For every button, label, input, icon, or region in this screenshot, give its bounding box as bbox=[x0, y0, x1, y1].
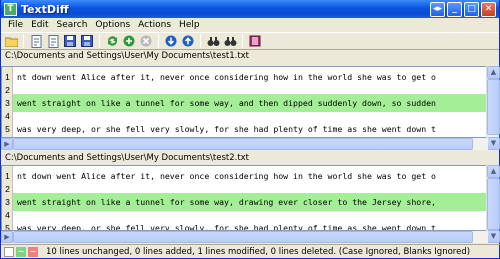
menu-help[interactable]: Help bbox=[175, 20, 204, 30]
left-file-pane[interactable]: 1 nt down went Alice after it, never once… bbox=[1, 66, 488, 138]
scroll-right-icon[interactable]: ▶ bbox=[1, 138, 13, 150]
app-icon: T bbox=[4, 2, 17, 16]
next-diff-icon[interactable] bbox=[164, 34, 178, 48]
scroll-thumb[interactable] bbox=[487, 79, 500, 135]
line-text: was very deep, or she fell very slowly, … bbox=[17, 223, 436, 231]
menu-file[interactable]: File bbox=[4, 20, 27, 30]
h-scroll-thumb[interactable] bbox=[13, 231, 473, 243]
line-number: 5 bbox=[5, 223, 10, 231]
scroll-down-icon[interactable]: ▼ bbox=[487, 137, 500, 150]
save-icon[interactable] bbox=[63, 34, 77, 48]
file2-path: C:\Documents and Settings\User\My Docume… bbox=[5, 153, 250, 163]
status-bar: ~ − 10 lines unchanged, 0 lines added, 1… bbox=[1, 244, 500, 258]
text-line[interactable]: 5 was very deep, or she fell very slowly,… bbox=[2, 219, 487, 231]
add-icon[interactable] bbox=[122, 34, 136, 48]
scroll-right-icon[interactable]: ▶ bbox=[1, 231, 13, 243]
open-folder-icon[interactable] bbox=[4, 34, 18, 48]
prev-diff-icon[interactable] bbox=[181, 34, 195, 48]
refresh-icon[interactable] bbox=[105, 34, 119, 48]
remove-icon[interactable] bbox=[139, 34, 153, 48]
pane2-horizontal-scrollbar[interactable]: ◀ ▶ bbox=[1, 231, 488, 243]
status-text: 10 lines unchanged, 0 lines added, 1 lin… bbox=[46, 246, 471, 257]
help-book-icon[interactable] bbox=[248, 34, 262, 48]
line-text: was very deep, or she fell very slowly, … bbox=[17, 124, 436, 134]
open-file-icon[interactable] bbox=[29, 34, 43, 48]
menu-bar: File Edit Search Options Actions Help bbox=[1, 18, 499, 32]
scroll-up-icon[interactable]: ▲ bbox=[487, 66, 500, 79]
deleted-legend-icon: − bbox=[28, 246, 38, 257]
added-legend-icon: ~ bbox=[16, 246, 26, 257]
find-icon[interactable] bbox=[206, 34, 220, 48]
close-button[interactable]: ✕ bbox=[481, 1, 496, 17]
text-line[interactable]: 5 was very deep, or she fell very slowly,… bbox=[2, 120, 487, 137]
open-file-2-icon[interactable] bbox=[46, 34, 60, 48]
h-scroll-thumb[interactable] bbox=[13, 138, 473, 150]
title-bar: T TextDiff ◂▸ _ □ ✕ bbox=[1, 0, 499, 18]
window-title: TextDiff bbox=[21, 2, 69, 16]
right-file-pane[interactable]: 1 nt down went Alice after it, never once… bbox=[1, 165, 488, 231]
toolbar bbox=[1, 32, 499, 50]
menu-search[interactable]: Search bbox=[53, 20, 92, 30]
menu-actions[interactable]: Actions bbox=[134, 20, 175, 30]
file1-path: C:\Documents and Settings\User\My Docume… bbox=[5, 51, 250, 61]
save-2-icon[interactable] bbox=[80, 34, 94, 48]
restore-extra-button[interactable]: ◂▸ bbox=[430, 1, 445, 17]
menu-options[interactable]: Options bbox=[91, 20, 134, 30]
app-window: T TextDiff ◂▸ _ □ ✕ File Edit Search Opt… bbox=[0, 0, 500, 259]
line-number: 5 bbox=[5, 124, 10, 134]
maximize-button[interactable]: □ bbox=[464, 1, 479, 17]
minimize-button[interactable]: _ bbox=[447, 1, 462, 17]
scroll-down-icon[interactable]: ▼ bbox=[487, 230, 500, 243]
scroll-up-icon[interactable]: ▲ bbox=[487, 165, 500, 178]
find-next-icon[interactable] bbox=[223, 34, 237, 48]
pane1-horizontal-scrollbar[interactable]: ◀ ▶ bbox=[1, 138, 488, 150]
scroll-thumb[interactable] bbox=[487, 178, 500, 230]
menu-edit[interactable]: Edit bbox=[27, 20, 52, 30]
unchanged-legend-icon bbox=[4, 246, 14, 257]
